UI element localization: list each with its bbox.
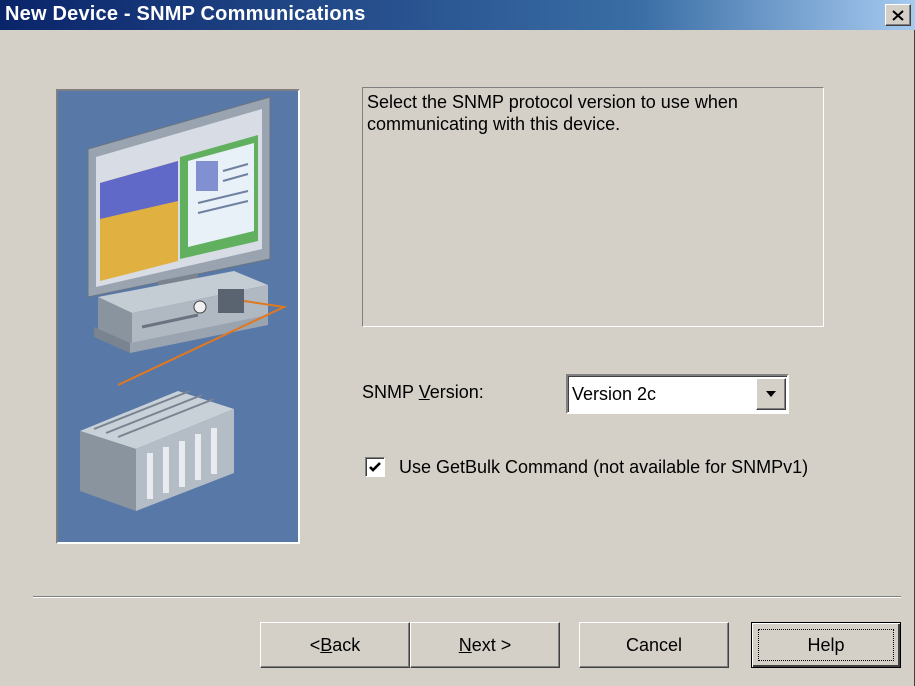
dialog-window: New Device - SNMP Communications Select … — [0, 0, 915, 686]
computer-and-plc-illustration — [58, 91, 298, 542]
dropdown-button[interactable] — [756, 378, 786, 410]
close-icon — [892, 9, 904, 21]
help-button[interactable]: Help — [751, 622, 901, 668]
chevron-down-icon — [766, 391, 776, 397]
snmp-version-value: Version 2c — [572, 384, 657, 404]
next-button[interactable]: Next > — [410, 622, 560, 668]
snmp-version-select[interactable]: Version 2c — [566, 374, 789, 414]
cancel-button[interactable]: Cancel — [579, 622, 729, 668]
focus-rectangle — [758, 629, 894, 661]
description-box: Select the SNMP protocol version to use … — [362, 87, 824, 327]
checkmark-icon — [369, 462, 381, 472]
getbulk-label[interactable]: Use GetBulk Command (not available for S… — [399, 457, 808, 478]
back-button[interactable]: < Back — [260, 622, 410, 668]
wizard-illustration — [56, 89, 300, 544]
description-text: Select the SNMP protocol version to use … — [367, 92, 738, 134]
window-title: New Device - SNMP Communications — [5, 3, 366, 25]
separator-line — [33, 596, 901, 598]
snmp-version-label: SNMP Version: — [362, 382, 484, 402]
title-bar[interactable]: New Device - SNMP Communications — [0, 0, 915, 30]
close-button[interactable] — [885, 4, 911, 26]
getbulk-checkbox[interactable] — [365, 457, 385, 477]
